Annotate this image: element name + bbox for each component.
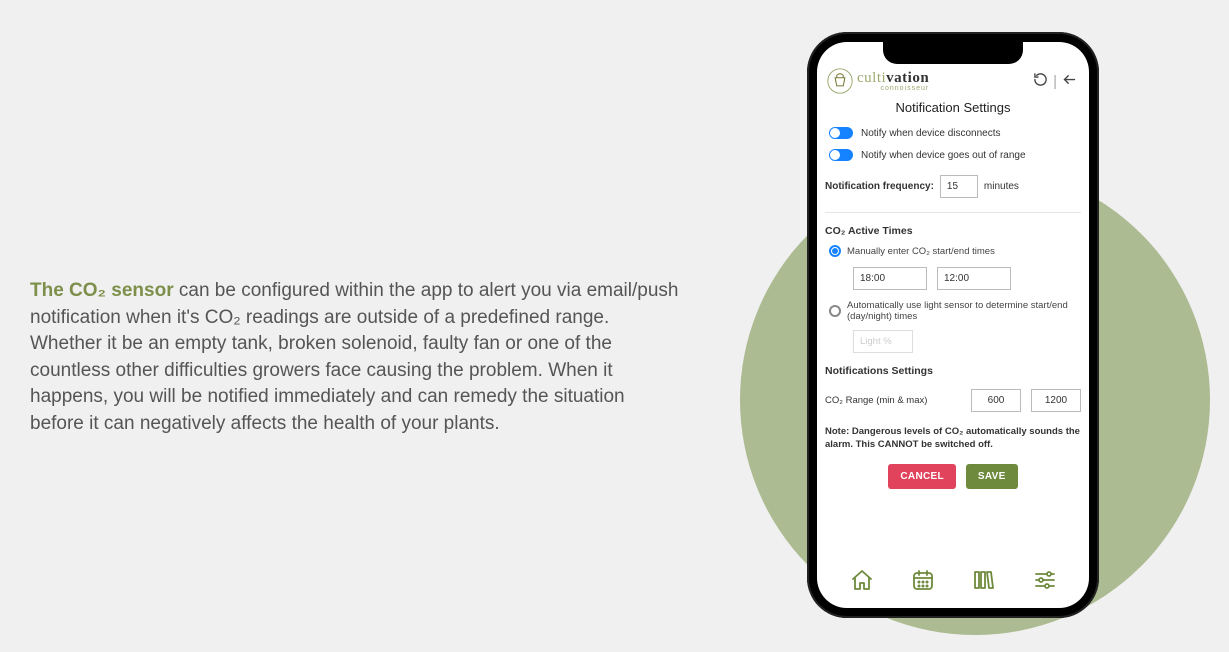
toggle-range-row: Notify when device goes out of range — [829, 149, 1081, 161]
radio-manual[interactable] — [829, 245, 841, 257]
cancel-button[interactable]: CANCEL — [888, 464, 955, 489]
active-times-title: CO₂ Active Times — [825, 225, 1081, 237]
danger-note: Note: Dangerous levels of CO₂ automatica… — [825, 426, 1081, 452]
radio-manual-row[interactable]: Manually enter CO₂ start/end times — [829, 245, 1081, 257]
end-time-input[interactable]: 12:00 — [937, 267, 1011, 290]
brand-subtitle: connoisseur — [857, 85, 929, 92]
notifications-settings-title: Notifications Settings — [825, 365, 1081, 377]
description-lead: The CO₂ sensor — [30, 280, 174, 301]
refresh-icon[interactable] — [1033, 72, 1048, 91]
co2-max-input[interactable]: 1200 — [1031, 389, 1081, 412]
co2-range-label: CO₂ Range (min & max) — [825, 395, 961, 406]
divider — [825, 212, 1081, 213]
frequency-input[interactable]: 15 — [940, 175, 978, 198]
brand-text: cultivation connoisseur — [857, 71, 929, 92]
back-icon[interactable] — [1062, 72, 1077, 91]
toggle-out-of-range-label: Notify when device goes out of range — [861, 150, 1026, 161]
radio-manual-label: Manually enter CO₂ start/end times — [847, 246, 995, 257]
settings-sliders-icon[interactable] — [1031, 568, 1059, 592]
light-percent-input[interactable]: Light % — [853, 330, 913, 353]
header-icons: | — [1033, 72, 1077, 91]
bottom-nav — [825, 562, 1081, 600]
brand-logo-icon — [827, 68, 853, 94]
radio-auto-row[interactable]: Automatically use light sensor to determ… — [829, 300, 1081, 322]
radio-auto-label: Automatically use light sensor to determ… — [847, 300, 1081, 322]
page-title: Notification Settings — [825, 100, 1081, 115]
co2-range-row: CO₂ Range (min & max) 600 1200 — [825, 389, 1081, 412]
app-screen: cultivation connoisseur | — [825, 66, 1081, 600]
calendar-icon[interactable] — [909, 568, 937, 592]
library-icon[interactable] — [970, 568, 998, 592]
toggle-disconnect-label: Notify when device disconnects — [861, 128, 1001, 139]
header-separator: | — [1053, 73, 1057, 90]
phone-screen-frame: cultivation connoisseur | — [817, 42, 1089, 608]
home-icon[interactable] — [848, 568, 876, 592]
toggle-disconnect[interactable] — [829, 127, 853, 139]
brand-part2: vation — [886, 70, 929, 86]
phone-notch — [883, 42, 1023, 64]
description-body: can be configured within the app to aler… — [30, 280, 678, 434]
start-time-input[interactable]: 18:00 — [853, 267, 927, 290]
button-row: CANCEL SAVE — [825, 464, 1081, 489]
frequency-label: Notification frequency: — [825, 181, 934, 192]
brand-part1: culti — [857, 70, 886, 86]
save-button[interactable]: SAVE — [966, 464, 1018, 489]
co2-min-input[interactable]: 600 — [971, 389, 1021, 412]
brand: cultivation connoisseur — [827, 68, 929, 94]
radio-auto[interactable] — [829, 305, 841, 317]
toggle-disconnect-row: Notify when device disconnects — [829, 127, 1081, 139]
app-header: cultivation connoisseur | — [825, 66, 1081, 96]
time-inputs: 18:00 12:00 — [853, 267, 1081, 290]
frequency-row: Notification frequency: 15 minutes — [825, 175, 1081, 198]
toggle-out-of-range[interactable] — [829, 149, 853, 161]
frequency-unit: minutes — [984, 181, 1019, 192]
description-text: The CO₂ sensor can be configured within … — [30, 278, 680, 438]
phone-mockup: cultivation connoisseur | — [807, 32, 1099, 618]
